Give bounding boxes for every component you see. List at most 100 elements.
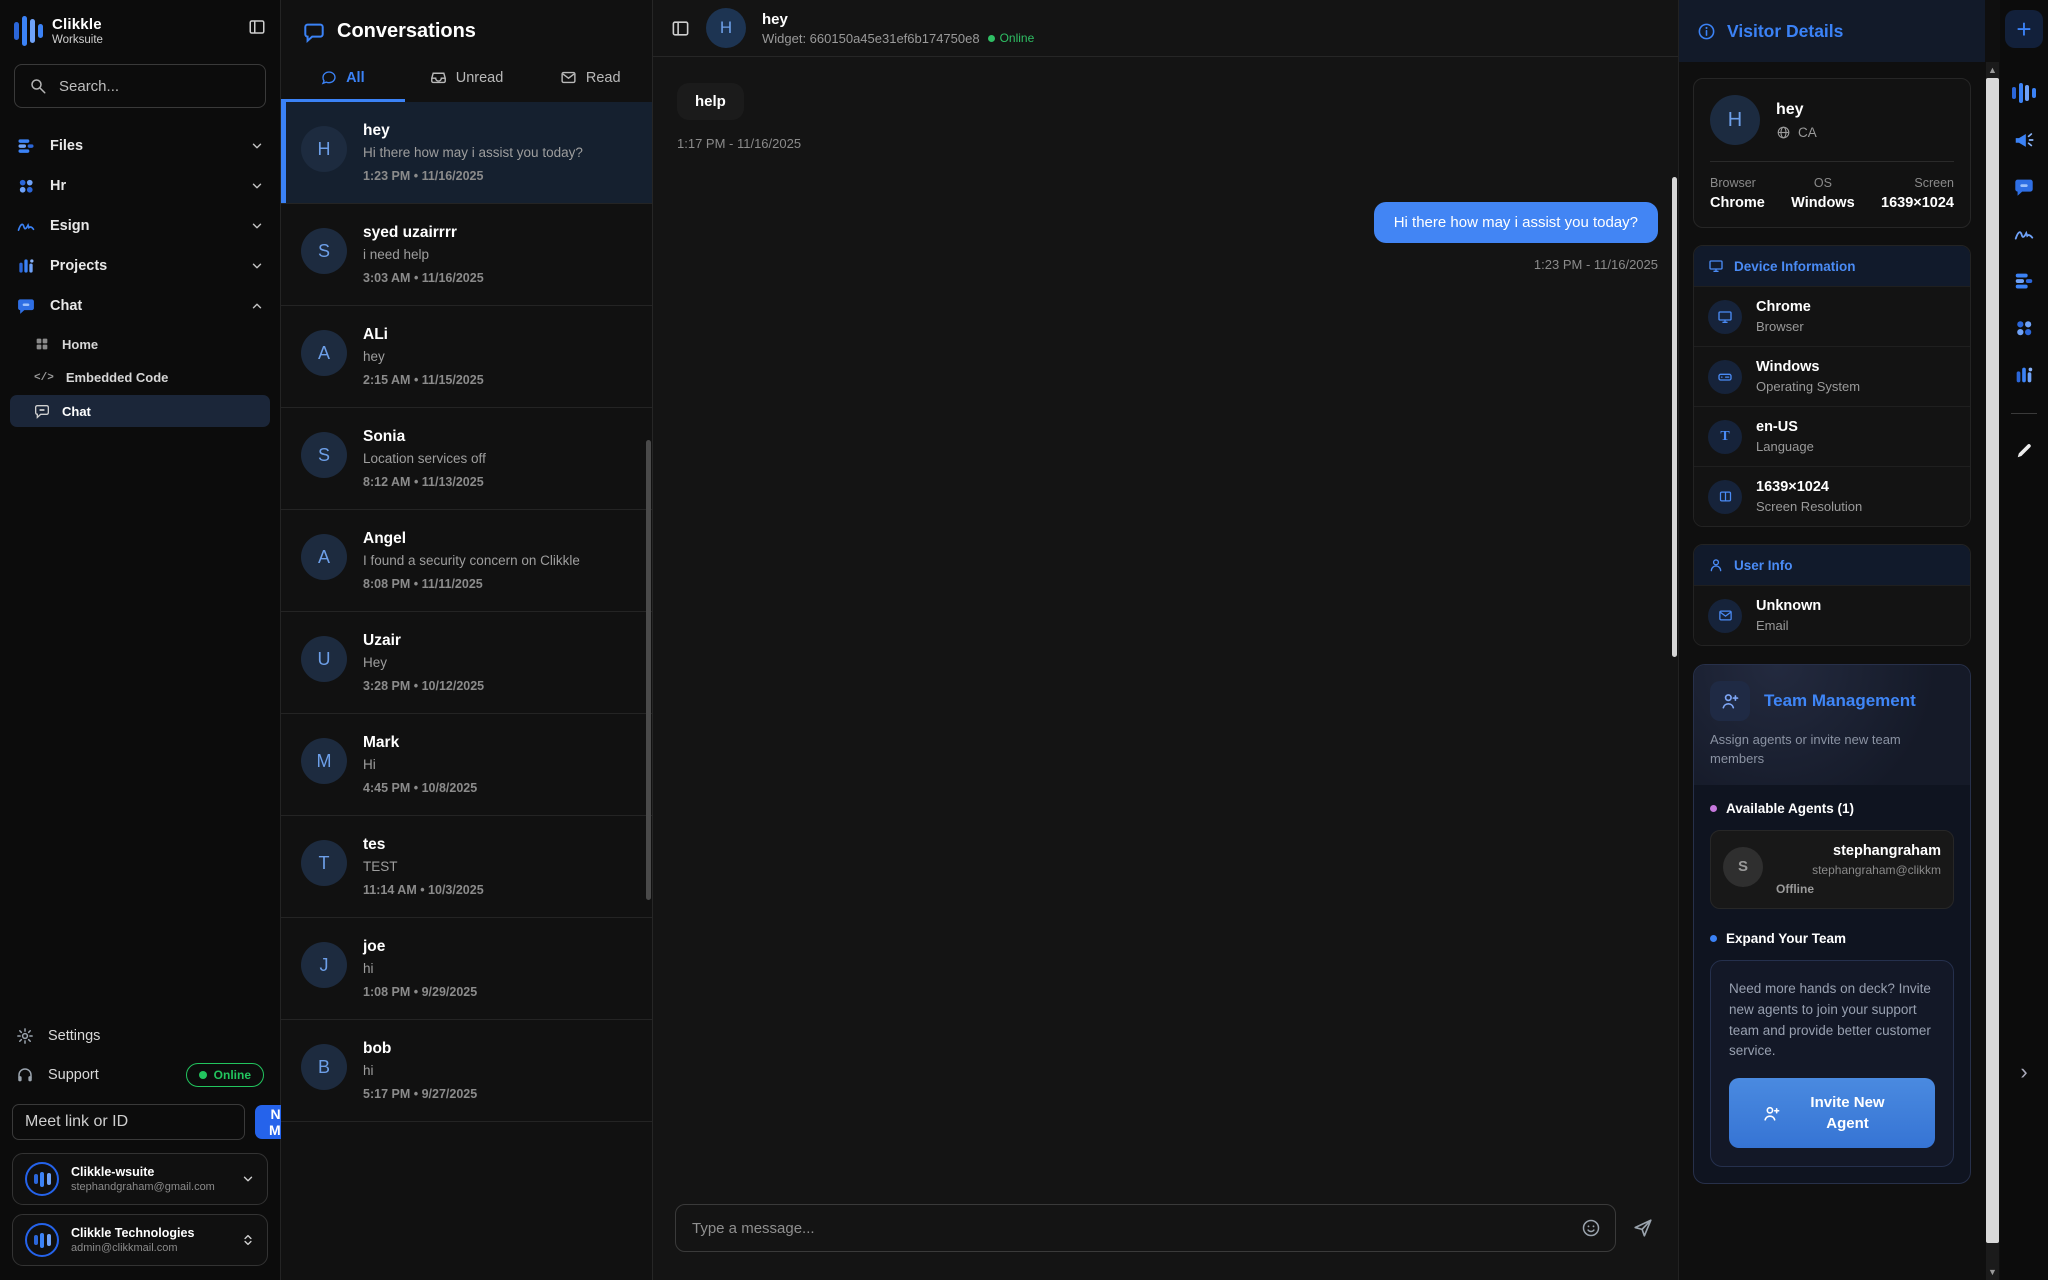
chat-app-icon[interactable] xyxy=(2013,176,2035,198)
account-name: Clikkle-wsuite xyxy=(71,1165,229,1179)
search-input[interactable] xyxy=(59,78,251,95)
account-avatar xyxy=(25,1223,59,1257)
edit-pencil-icon[interactable] xyxy=(2014,441,2034,461)
meet-link-input[interactable] xyxy=(12,1104,245,1140)
agent-name: stephangraham xyxy=(1776,843,1941,859)
sidebar-item-label: Projects xyxy=(50,258,236,274)
conversations-icon xyxy=(303,21,325,43)
sidebar-item-hr[interactable]: Hr xyxy=(0,166,280,206)
conversation-item[interactable]: J joe hi 1:08 PM • 9/29/2025 xyxy=(281,918,652,1020)
hr-app-icon[interactable] xyxy=(2013,317,2035,339)
subnav-item-chat[interactable]: Chat xyxy=(10,395,270,427)
chat-status-badge: Online xyxy=(988,31,1035,45)
message-timestamp: 1:23 PM - 11/16/2025 xyxy=(1374,257,1658,272)
team-management-title: Team Management xyxy=(1764,691,1916,711)
device-information-section: Device Information ChromeBrowser Windows… xyxy=(1693,245,1971,527)
conversation-item[interactable]: H hey Hi there how may i assist you toda… xyxy=(281,102,652,204)
envelope-icon xyxy=(1708,599,1742,633)
conversation-item[interactable]: U Uzair Hey 3:28 PM • 10/12/2025 xyxy=(281,612,652,714)
message-input[interactable] xyxy=(692,1220,1581,1237)
device-row-os: Windows Operating System xyxy=(1694,346,1970,406)
stat-label: Screen xyxy=(1881,176,1954,190)
conversation-preview: Location services off xyxy=(363,451,486,466)
device-label: Operating System xyxy=(1756,379,1860,394)
screen-resolution-icon xyxy=(1708,480,1742,514)
avatar: S xyxy=(301,432,347,478)
conversation-preview: I found a security concern on Clikkle xyxy=(363,553,580,568)
subnav-item-home[interactable]: Home xyxy=(10,328,270,360)
browser-icon xyxy=(1708,300,1742,334)
conversation-name: Angel xyxy=(363,530,580,548)
emoji-icon[interactable] xyxy=(1581,1218,1601,1238)
clikkle-apps-icon[interactable] xyxy=(2012,82,2036,104)
settings-item[interactable]: Settings xyxy=(0,1018,280,1054)
tab-all[interactable]: All xyxy=(281,57,405,102)
chat-bubble-icon xyxy=(321,70,337,86)
tab-label: Read xyxy=(586,70,621,86)
info-icon xyxy=(1697,22,1716,41)
subnav-item-embedded-code[interactable]: </> Embedded Code xyxy=(10,362,270,393)
panel-scrollbar[interactable]: ▲ ▼ xyxy=(1985,0,2000,1280)
tab-read[interactable]: Read xyxy=(528,57,652,102)
conversation-item[interactable]: M Mark Hi 4:45 PM • 10/8/2025 xyxy=(281,714,652,816)
user-info-value: Unknown xyxy=(1756,598,1821,614)
chat-avatar: H xyxy=(706,8,746,48)
panel-toggle-icon[interactable] xyxy=(671,19,690,38)
account-avatar xyxy=(25,1162,59,1196)
conversation-time: 5:17 PM • 9/27/2025 xyxy=(363,1087,477,1101)
conversation-list: H hey Hi there how may i assist you toda… xyxy=(281,102,652,1280)
sidebar-item-files[interactable]: Files xyxy=(0,126,280,166)
account-switcher-org[interactable]: Clikkle Technologies admin@clikkmail.com xyxy=(12,1214,268,1266)
scrollbar-thumb[interactable] xyxy=(1986,78,1999,1243)
device-row-language: T en-USLanguage xyxy=(1694,406,1970,466)
tab-unread[interactable]: Unread xyxy=(405,57,529,102)
chevron-down-icon xyxy=(250,139,264,153)
sidebar-item-esign[interactable]: Esign xyxy=(0,206,280,246)
esign-app-icon[interactable] xyxy=(2013,223,2035,245)
send-icon[interactable] xyxy=(1632,1217,1654,1239)
agent-card[interactable]: S stephangraham stephangraham@clikkm Off… xyxy=(1710,830,1954,909)
stat-value: Chrome xyxy=(1710,195,1765,211)
conversation-item[interactable]: T tes TEST 11:14 AM • 10/3/2025 xyxy=(281,816,652,918)
messages-scrollbar[interactable] xyxy=(1672,177,1677,657)
sidebar-item-projects[interactable]: Projects xyxy=(0,246,280,286)
hr-icon xyxy=(16,176,36,196)
user-info-label: Email xyxy=(1756,618,1821,633)
support-item[interactable]: Support Online xyxy=(0,1054,280,1096)
chevron-up-icon xyxy=(250,299,264,313)
files-app-icon[interactable] xyxy=(2013,270,2035,292)
conversation-item[interactable]: S Sonia Location services off 8:12 AM • … xyxy=(281,408,652,510)
device-value: Windows xyxy=(1756,359,1860,375)
sidebar-collapse-icon[interactable] xyxy=(248,18,266,36)
conversation-time: 3:03 AM • 11/16/2025 xyxy=(363,271,484,285)
add-app-button[interactable]: + xyxy=(2005,10,2043,48)
conversation-item[interactable]: A ALi hey 2:15 AM • 11/15/2025 xyxy=(281,306,652,408)
sidebar-item-chat[interactable]: Chat xyxy=(0,286,280,326)
visitor-details-title: Visitor Details xyxy=(1727,21,1843,42)
subnav-item-label: Embedded Code xyxy=(66,370,169,385)
conversation-item[interactable]: S syed uzairrrr i need help 3:03 AM • 11… xyxy=(281,204,652,306)
invite-new-agent-button[interactable]: Invite New Agent xyxy=(1729,1078,1935,1148)
projects-app-icon[interactable] xyxy=(2013,364,2035,386)
scroll-down-arrow[interactable]: ▼ xyxy=(1985,1267,2000,1277)
conversation-item[interactable]: A Angel I found a security concern on Cl… xyxy=(281,510,652,612)
conversation-item[interactable]: B bob hi 5:17 PM • 9/27/2025 xyxy=(281,1020,652,1122)
stat-value: 1639×1024 xyxy=(1881,195,1954,211)
online-dot xyxy=(199,1071,207,1079)
conversation-time: 11:14 AM • 10/3/2025 xyxy=(363,883,484,897)
avatar: M xyxy=(301,738,347,784)
conversation-name: Mark xyxy=(363,734,477,752)
rail-divider xyxy=(2011,413,2037,414)
scroll-up-arrow[interactable]: ▲ xyxy=(1985,65,2000,75)
chat-visitor-name: hey xyxy=(762,11,1034,28)
conversations-scrollbar[interactable] xyxy=(646,440,651,900)
sidebar-search[interactable] xyxy=(14,64,266,108)
account-name: Clikkle Technologies xyxy=(71,1226,229,1240)
visitor-profile-card: H hey CA BrowserChrome OSWindows Screen1… xyxy=(1693,78,1971,228)
conversation-time: 1:08 PM • 9/29/2025 xyxy=(363,985,477,999)
visitor-name: hey xyxy=(1776,101,1817,119)
chevron-right-icon[interactable]: › xyxy=(2020,1059,2027,1085)
stat-value: Windows xyxy=(1791,195,1855,211)
campaigns-megaphone-icon[interactable] xyxy=(2013,129,2035,151)
account-switcher-primary[interactable]: Clikkle-wsuite stephandgraham@gmail.com xyxy=(12,1153,268,1205)
